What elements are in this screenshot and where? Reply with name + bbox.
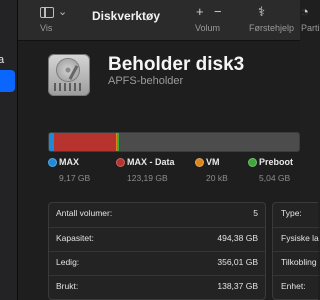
disk-subtitle: APFS-beholder (108, 75, 184, 87)
info-label: Tilkobling (281, 257, 317, 267)
legend-size: 123,19 GB (127, 173, 168, 183)
legend-color-dot (248, 158, 257, 167)
minus-icon[interactable]: − (214, 4, 222, 19)
info-row: Type: (273, 203, 319, 225)
sidebar-icon[interactable] (40, 7, 54, 18)
info-label: Ledig: (56, 257, 80, 267)
legend-color-dot (195, 158, 204, 167)
plus-icon[interactable]: + (196, 4, 204, 19)
info-label: Enhet: (281, 281, 306, 291)
volume-label: Volum (195, 23, 221, 33)
sidebar-selected-item[interactable] (0, 70, 15, 92)
stethoscope-icon[interactable]: ⚕ (258, 4, 265, 20)
info-label: Brukt: (56, 281, 79, 291)
legend-size: 5,04 GB (259, 173, 291, 183)
main-content: Beholder disk3 APFS-beholder MAX 9,17 GB M… (18, 41, 319, 300)
info-value: 494,38 GB (217, 233, 258, 243)
first-aid-button[interactable]: ⚕ Førstehjelp (240, 0, 294, 40)
partition-button[interactable]: ◔ Parti (301, 0, 320, 40)
info-label: Fysiske la (281, 233, 319, 243)
toolbar: ⌄ Vis Diskverktøy + − Volum ⚕ Førstehjel… (18, 0, 320, 41)
legend-color-dot (48, 158, 57, 167)
info-label: Antall volumer: (56, 208, 113, 218)
info-panel-right: Type: Fysiske la Tilkobling Enhet: (272, 202, 319, 300)
sidebar: a (0, 0, 17, 300)
info-value: 356,01 GB (217, 257, 258, 267)
legend-size: 9,17 GB (59, 173, 91, 183)
first-aid-label: Førstehjelp (249, 23, 295, 33)
sidebar-item-label[interactable]: a (0, 54, 4, 66)
hard-drive-icon (48, 54, 90, 96)
disk-title: Beholder disk3 (108, 54, 245, 75)
info-row: Enhet: (273, 275, 319, 298)
info-row: Fysiske la (273, 227, 319, 250)
info-row: Kapasitet: 494,38 GB (49, 227, 265, 250)
info-row: Antall volumer: 5 (49, 203, 265, 225)
legend-name: MAX - Data (127, 157, 175, 167)
info-row: Tilkobling (273, 251, 319, 274)
legend-name: VM (206, 157, 220, 167)
storage-usage-bar (48, 132, 300, 152)
info-value: 5 (253, 208, 258, 218)
info-value: 138,37 GB (217, 281, 258, 291)
partition-label: Parti (301, 23, 320, 33)
legend-size: 20 kB (206, 173, 228, 183)
info-row: Brukt: 138,37 GB (49, 275, 265, 298)
info-label: Type: (281, 208, 302, 218)
pie-chart-icon[interactable]: ◔ (301, 4, 309, 19)
usage-segment (116, 133, 120, 151)
info-label: Kapasitet: (56, 233, 94, 243)
window-title: Diskverktøy (92, 9, 161, 23)
usage-segment (53, 133, 116, 151)
volume-button[interactable]: + − Volum (190, 0, 226, 40)
legend-name: Preboot (259, 157, 294, 167)
info-panel-left: Antall volumer: 5 Kapasitet: 494,38 GB L… (48, 202, 266, 300)
chevron-down-icon[interactable]: ⌄ (58, 5, 67, 18)
legend-name: MAX (59, 157, 79, 167)
legend-color-dot (116, 158, 125, 167)
info-row: Ledig: 356,01 GB (49, 251, 265, 274)
view-label: Vis (40, 23, 53, 33)
